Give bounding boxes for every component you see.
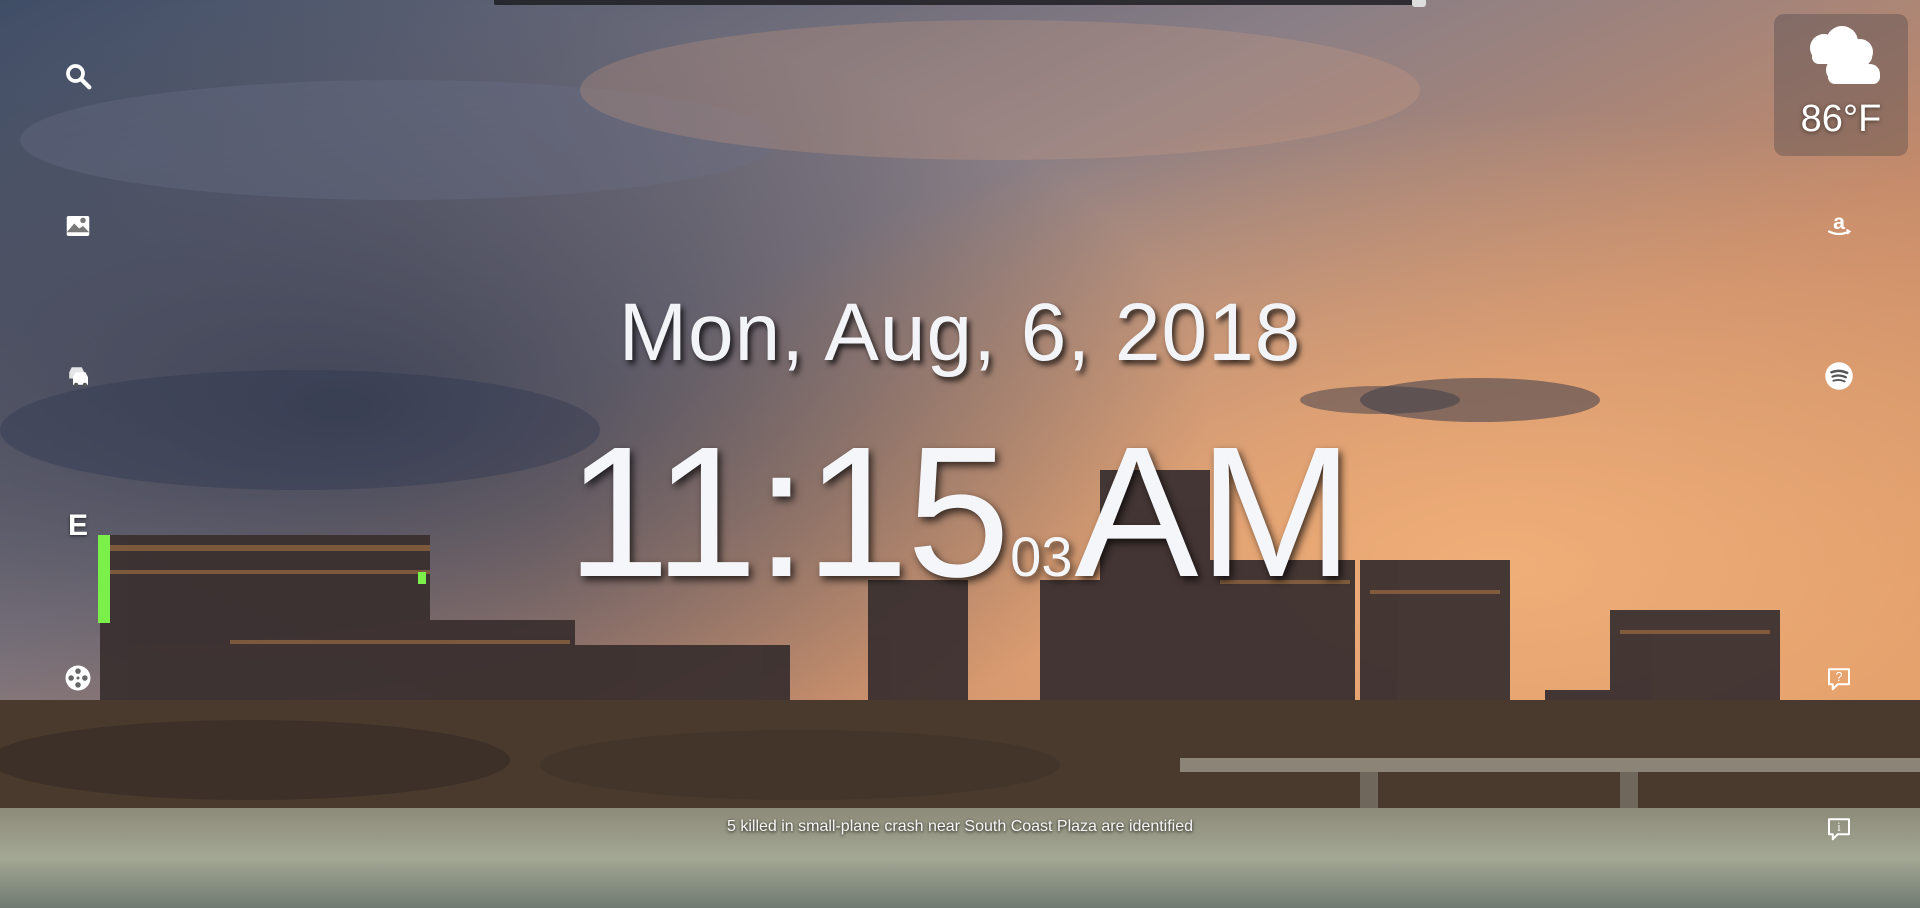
clock-ampm: AM bbox=[1074, 409, 1354, 616]
svg-text:?: ? bbox=[1836, 670, 1843, 684]
temperature-text: 86°F bbox=[1800, 98, 1882, 140]
clock-hours-minutes: 11:15 bbox=[566, 409, 1011, 616]
new-tab-dashboard: E 86°F a ? i Mon, Aug, 6, 2018 11:1503AM… bbox=[0, 0, 1920, 908]
date-display: Mon, Aug, 6, 2018 bbox=[618, 287, 1302, 378]
map-icon[interactable] bbox=[56, 204, 100, 248]
weather-widget[interactable]: 86°F bbox=[1774, 14, 1908, 156]
top-progress-bar bbox=[494, 0, 1426, 5]
clock-display: 11:1503AM bbox=[0, 420, 1920, 606]
search-icon[interactable] bbox=[56, 54, 100, 98]
clock-seconds: 03 bbox=[1010, 525, 1073, 588]
film-reel-icon[interactable] bbox=[56, 656, 100, 700]
svg-text:a: a bbox=[1833, 210, 1845, 234]
help-icon[interactable]: ? bbox=[1817, 656, 1861, 700]
news-headline-link[interactable]: 5 killed in small-plane crash near South… bbox=[0, 818, 1920, 836]
cloud-icon bbox=[1810, 26, 1880, 84]
top-bar-handle[interactable] bbox=[1412, 0, 1426, 7]
amazon-icon[interactable]: a bbox=[1817, 202, 1861, 246]
